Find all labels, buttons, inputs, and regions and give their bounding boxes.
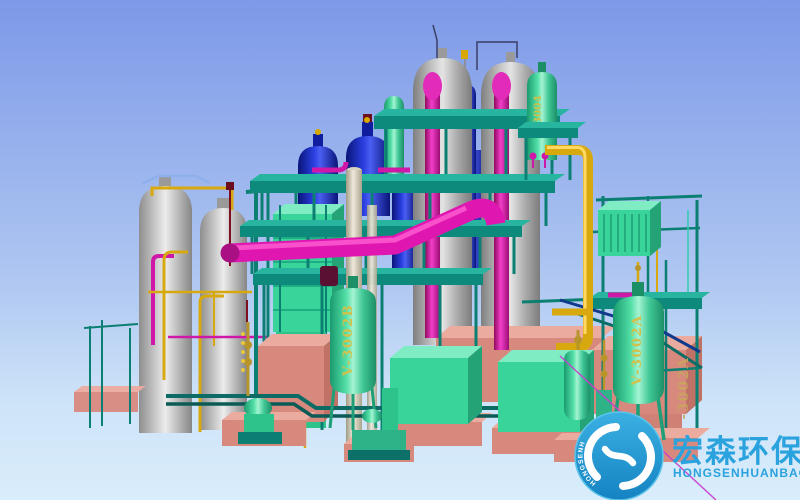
logo-company-name-cn: 宏森环保: [672, 434, 800, 470]
render-viewport: E-3004: [0, 0, 800, 500]
plant-3d-render: E-3004: [0, 0, 800, 500]
logo-company-name-en: HONGSENHUANBAO: [673, 466, 800, 480]
vessel-v3002a-ghost-label: -3002A: [676, 357, 692, 420]
vessel-v3002a-label: V-3002A: [630, 314, 645, 386]
vessel-v3002b-label: V-3002B: [341, 304, 356, 377]
